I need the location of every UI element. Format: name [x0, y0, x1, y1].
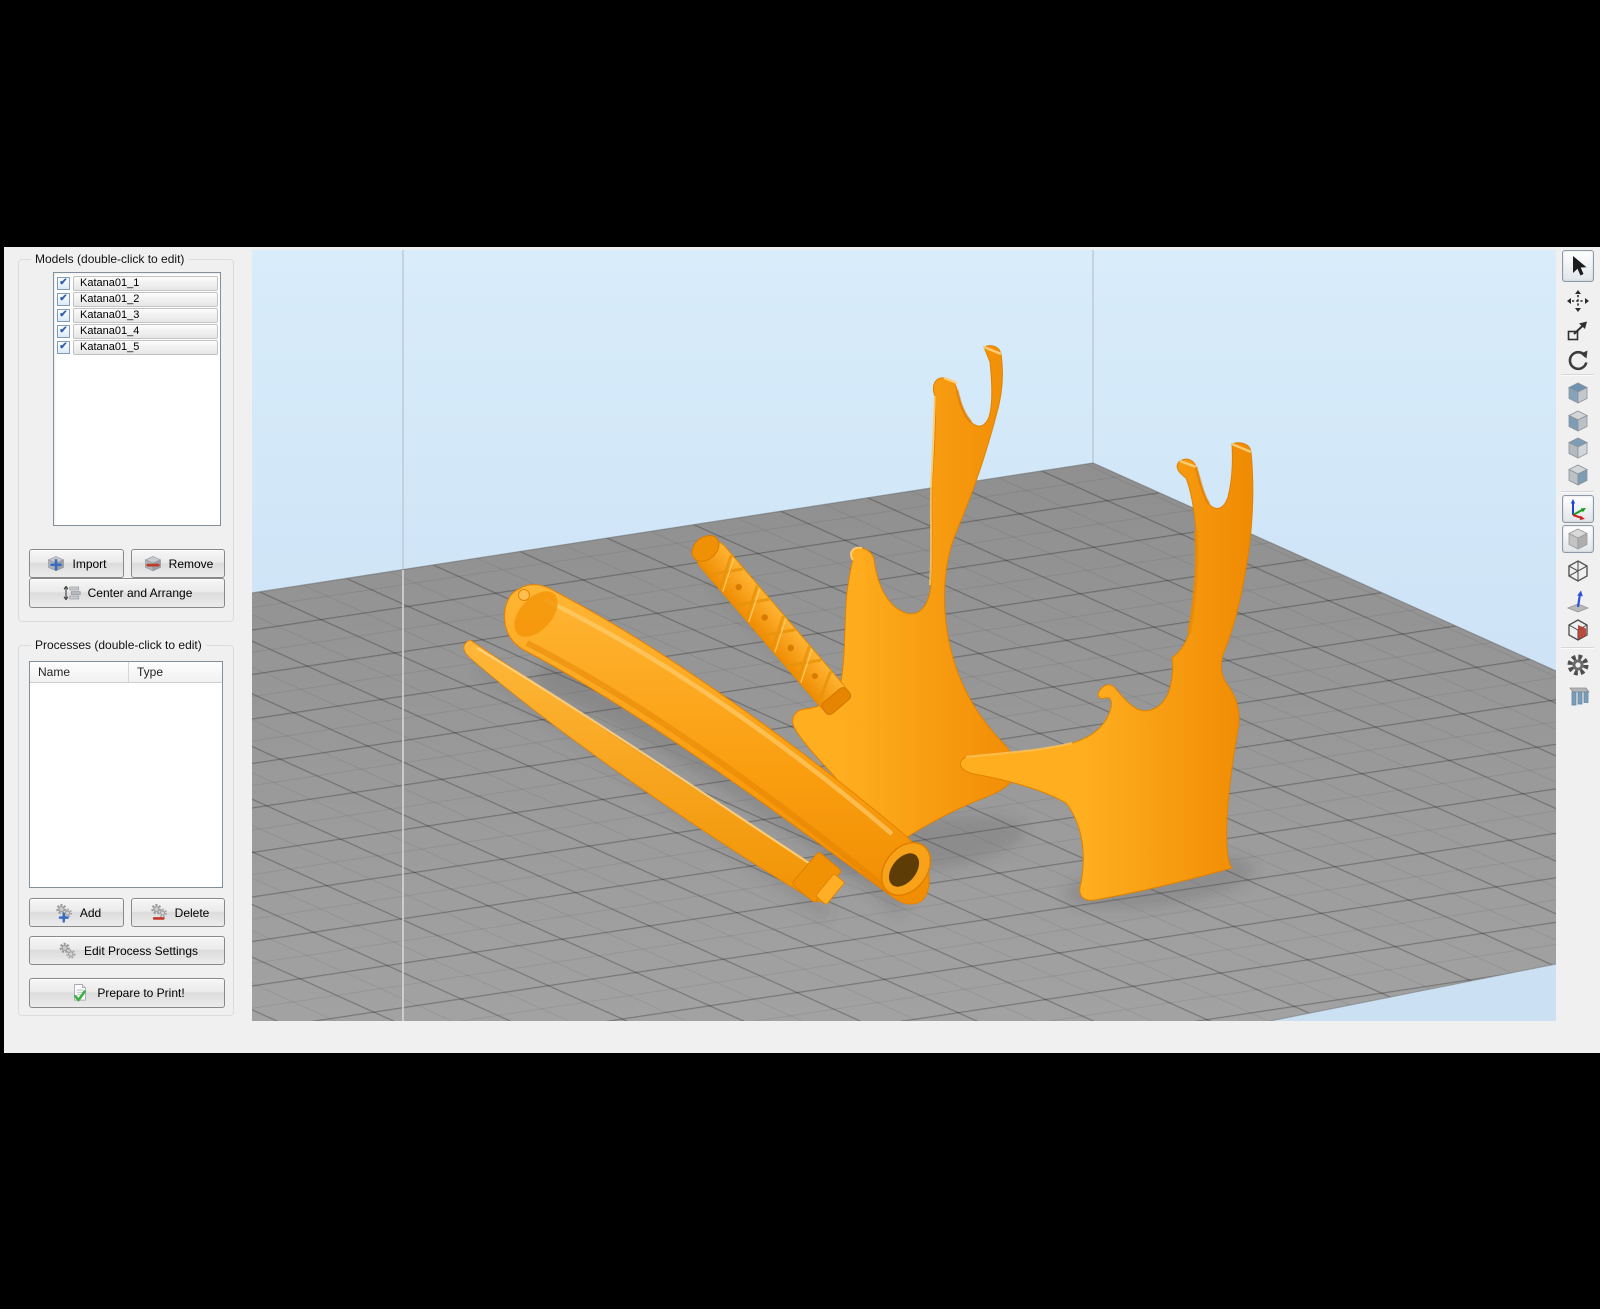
list-item[interactable]: ✔ Katana01_2 — [57, 292, 218, 307]
add-gear-icon — [56, 903, 72, 923]
view-cube-front-button[interactable] — [1562, 434, 1594, 462]
processes-table[interactable]: Name Type — [29, 661, 223, 888]
model-item-label[interactable]: Katana01_1 — [73, 276, 218, 291]
delete-process-button[interactable]: Delete — [131, 898, 225, 927]
center-arrange-button[interactable]: Center and Arrange — [29, 578, 225, 608]
column-header-type: Type — [137, 665, 164, 679]
models-group-title: Models (double-click to edit) — [31, 252, 189, 266]
prepare-to-print-button[interactable]: Prepare to Print! — [29, 978, 225, 1008]
view-cube-side-icon — [1568, 464, 1588, 486]
model-item-label[interactable]: Katana01_2 — [73, 292, 218, 307]
toolbar-divider — [1561, 491, 1594, 492]
column-header-name: Name — [30, 662, 129, 682]
scale-model-button[interactable] — [1562, 317, 1594, 345]
model-item-label[interactable]: Katana01_3 — [73, 308, 218, 323]
remove-cube-icon — [144, 555, 161, 571]
cross-section-icon — [1568, 619, 1588, 641]
remove-button-label: Remove — [168, 556, 214, 571]
checkbox-checked[interactable]: ✔ — [57, 325, 70, 338]
solid-cube-icon — [1568, 528, 1588, 550]
list-item[interactable]: ✔ Katana01_3 — [57, 308, 218, 323]
prepare-to-print-label: Prepare to Print! — [97, 986, 185, 1000]
center-arrange-icon — [63, 585, 81, 601]
scale-icon — [1567, 321, 1587, 341]
machine-settings-button[interactable] — [1562, 651, 1594, 679]
view-cube-iso-icon — [1568, 382, 1588, 404]
rotate-model-button[interactable] — [1562, 346, 1594, 374]
import-button[interactable]: Import — [29, 549, 124, 578]
show-supports-button[interactable] — [1562, 682, 1594, 710]
model-item-label[interactable]: Katana01_4 — [73, 324, 218, 339]
checkbox-checked[interactable]: ✔ — [57, 293, 70, 306]
edit-process-settings-label: Edit Process Settings — [83, 943, 199, 958]
toolbar-divider — [1561, 647, 1594, 648]
move-arrows-icon — [1567, 290, 1589, 312]
cursor-icon — [1573, 256, 1587, 276]
view-cube-iso-button[interactable] — [1562, 379, 1594, 407]
cross-section-button[interactable] — [1562, 616, 1594, 644]
delete-button-label: Delete — [174, 905, 210, 920]
app-window: Models (double-click to edit) ✔ Katana01… — [4, 247, 1600, 1053]
axes-icon — [1570, 499, 1586, 520]
add-process-button[interactable]: Add — [29, 898, 124, 927]
edit-process-settings-button[interactable]: Edit Process Settings — [29, 936, 225, 965]
add-button-label: Add — [79, 905, 102, 920]
list-item[interactable]: ✔ Katana01_4 — [57, 324, 218, 339]
rotate-icon — [1568, 350, 1588, 371]
processes-group-title: Processes (double-click to edit) — [31, 638, 206, 652]
supports-icon — [1569, 687, 1590, 706]
toolbar-divider — [1561, 374, 1594, 375]
gear-icon — [1567, 654, 1589, 676]
models-list[interactable]: ✔ Katana01_1 ✔ Katana01_2 ✔ Katana01_3 ✔… — [53, 272, 221, 526]
import-cube-icon — [48, 555, 65, 571]
import-button-label: Import — [72, 556, 107, 571]
gears-icon — [59, 942, 76, 959]
prepare-print-icon — [74, 983, 87, 1001]
view-toolbar — [1556, 247, 1600, 1033]
checkbox-checked[interactable]: ✔ — [57, 277, 70, 290]
wireframe-cube-icon — [1568, 560, 1588, 582]
view-cube-top-icon — [1568, 410, 1588, 432]
delete-gear-icon — [150, 903, 167, 920]
processes-table-header: Name Type — [30, 662, 222, 683]
show-normals-button[interactable] — [1562, 587, 1594, 615]
show-axes-button[interactable] — [1562, 495, 1594, 523]
view-cube-side-button[interactable] — [1562, 461, 1594, 489]
center-arrange-label: Center and Arrange — [87, 586, 193, 600]
list-item[interactable]: ✔ Katana01_5 — [57, 340, 218, 355]
checkbox-checked[interactable]: ✔ — [57, 341, 70, 354]
remove-button[interactable]: Remove — [131, 549, 225, 578]
select-cursor-button[interactable] — [1562, 250, 1594, 282]
move-model-button[interactable] — [1562, 287, 1594, 315]
view-cube-front-icon — [1568, 437, 1588, 459]
list-item[interactable]: ✔ Katana01_1 — [57, 276, 218, 291]
checkbox-checked[interactable]: ✔ — [57, 309, 70, 322]
surface-normal-icon — [1566, 590, 1590, 613]
render-wireframe-button[interactable] — [1562, 557, 1594, 585]
viewport-3d-canvas[interactable] — [252, 250, 1556, 1021]
render-solid-button[interactable] — [1562, 525, 1594, 553]
view-cube-top-button[interactable] — [1562, 407, 1594, 435]
model-item-label[interactable]: Katana01_5 — [73, 340, 218, 355]
